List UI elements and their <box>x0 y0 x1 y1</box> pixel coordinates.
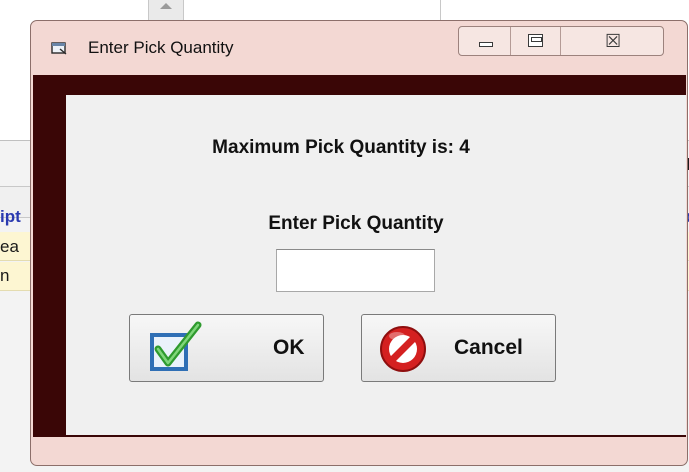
window-controls: ☒ <box>458 26 664 56</box>
background-cell-text: ea <box>0 237 19 256</box>
cancel-button[interactable]: Cancel <box>361 314 556 382</box>
dialog-body: Maximum Pick Quantity is: 4 Enter Pick Q… <box>66 95 686 435</box>
dialog-icon <box>51 42 67 55</box>
cancel-label: Cancel <box>454 336 523 359</box>
ok-button[interactable]: OK <box>129 314 324 382</box>
window-title: Enter Pick Quantity <box>88 38 234 57</box>
close-icon: ☒ <box>605 31 622 51</box>
enter-quantity-label: Enter Pick Quantity <box>268 213 444 234</box>
background-cell-text: n <box>0 266 10 285</box>
ok-label: OK <box>273 336 305 359</box>
close-button[interactable]: ☒ <box>561 27 663 55</box>
maximize-button[interactable] <box>511 27 561 55</box>
minimize-button[interactable] <box>459 27 511 55</box>
scroll-up-arrow-icon[interactable] <box>160 3 172 9</box>
background-divider <box>440 0 441 22</box>
maximize-icon <box>528 34 543 47</box>
prohibited-icon <box>380 326 426 372</box>
minimize-icon <box>479 42 493 47</box>
maximum-quantity-label: Maximum Pick Quantity is: 4 <box>212 137 470 158</box>
quantity-input[interactable] <box>276 249 435 292</box>
background-column-header: ipt <box>0 207 21 226</box>
checkbox-check-icon <box>150 321 202 371</box>
title-bar[interactable]: Enter Pick Quantity ☒ <box>31 21 687 73</box>
